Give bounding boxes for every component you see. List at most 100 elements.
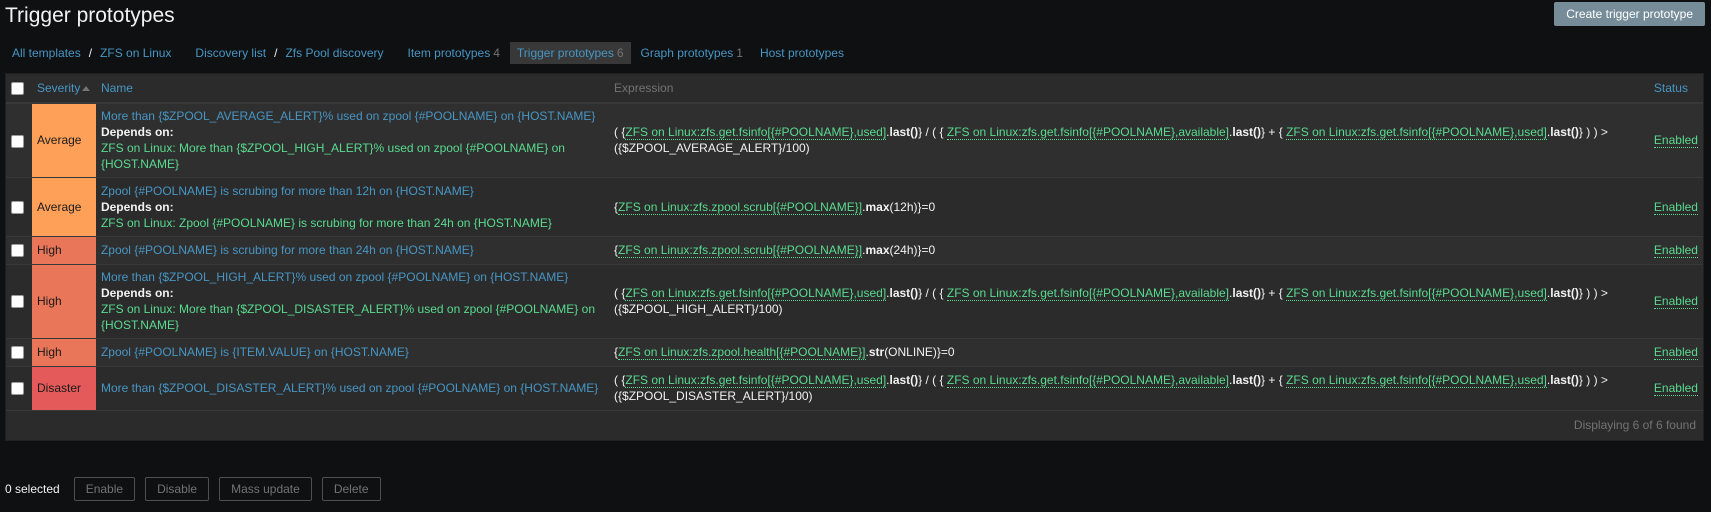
enable-button[interactable]: Enable [73,477,136,501]
item-link[interactable]: ZFS on Linux:zfs.get.fsinfo[{#POOLNAME},… [946,125,1230,141]
expr-text: } / ( { [918,373,944,387]
expr-function: last() [1232,373,1262,387]
row-checkbox-cell [6,264,32,339]
name-cell: Zpool {#POOLNAME} is {ITEM.VALUE} on {HO… [95,338,610,367]
item-link[interactable]: ZFS on Linux:zfs.get.fsinfo[{#POOLNAME},… [1286,286,1547,301]
table-row: High More than {$ZPOOL_HIGH_ALERT}% used… [6,264,1703,339]
expr-function: last() [889,286,919,300]
header-expression: Expression [609,74,1649,104]
item-link[interactable]: ZFS on Linux:zfs.zpool.scrub[{#POOLNAME}… [618,199,863,215]
trigger-name-link[interactable]: More than {$ZPOOL_DISASTER_ALERT}% used … [101,381,598,395]
status-toggle[interactable]: Enabled [1653,294,1698,309]
expr-text: (24h)}=0 [889,243,936,257]
expression-cell: {ZFS on Linux:zfs.zpool.health[{#POOLNAM… [609,338,1649,367]
expr-function: max [865,243,890,257]
breadcrumb-discovery-rule[interactable]: Zfs Pool discovery [285,46,383,60]
header-severity-cell: Severity [31,74,96,104]
depends-label: Depends on: [100,199,174,214]
create-trigger-prototype-button[interactable]: Create trigger prototype [1554,2,1705,26]
row-checkbox[interactable] [11,200,24,214]
expr-text: ( { [614,286,626,300]
tab-graph-prototypes[interactable]: Graph prototypes 1 [634,42,750,64]
trigger-name-link[interactable]: Zpool {#POOLNAME} is scrubing for more t… [101,184,474,198]
delete-button[interactable]: Delete [321,477,381,501]
item-link[interactable]: ZFS on Linux:zfs.get.fsinfo[{#POOLNAME},… [625,125,887,141]
breadcrumb-templates: All templates / ZFS on Linux [5,46,178,60]
name-cell: More than {$ZPOOL_HIGH_ALERT}% used on z… [95,264,610,339]
status-toggle[interactable]: Enabled [1653,381,1698,396]
status-cell: Enabled [1648,366,1703,411]
row-checkbox[interactable] [11,134,24,148]
trigger-name-link[interactable]: More than {$ZPOOL_HIGH_ALERT}% used on z… [101,270,568,284]
severity-badge: Average [31,103,96,178]
name-cell: More than {$ZPOOL_DISASTER_ALERT}% used … [95,366,610,411]
disable-button[interactable]: Disable [145,477,210,501]
dependency-link[interactable]: ZFS on Linux: Zpool {#POOLNAME} is scrub… [101,216,552,230]
row-checkbox[interactable] [11,244,24,258]
tab-item-prototypes[interactable]: Item prototypes 4 [401,42,507,64]
table-row: High Zpool {#POOLNAME} is scrubing for m… [6,236,1703,265]
breadcrumb-discovery-list[interactable]: Discovery list [195,46,266,60]
selected-count: 0 selected [5,482,60,496]
status-toggle[interactable]: Enabled [1653,345,1698,360]
breadcrumb-template[interactable]: ZFS on Linux [100,46,171,60]
expression-cell: ( {ZFS on Linux:zfs.get.fsinfo[{#POOLNAM… [609,264,1649,339]
trigger-name-link[interactable]: More than {$ZPOOL_AVERAGE_ALERT}% used o… [101,109,595,123]
item-link[interactable]: ZFS on Linux:zfs.get.fsinfo[{#POOLNAME},… [1286,373,1547,388]
table-row: Average Zpool {#POOLNAME} is scrubing fo… [6,177,1703,237]
status-toggle[interactable]: Enabled [1653,133,1698,149]
header-severity[interactable]: Severity [37,81,80,95]
status-toggle[interactable]: Enabled [1653,243,1698,258]
trigger-name-link[interactable]: Zpool {#POOLNAME} is {ITEM.VALUE} on {HO… [101,345,409,359]
item-link[interactable]: ZFS on Linux:zfs.zpool.scrub[{#POOLNAME}… [618,243,863,258]
table-footer-count: Displaying 6 of 6 found [6,410,1703,440]
status-cell: Enabled [1648,236,1703,265]
severity-badge: Disaster [31,366,96,411]
item-link[interactable]: ZFS on Linux:zfs.get.fsinfo[{#POOLNAME},… [625,373,887,388]
tab-graph-prototypes-label[interactable]: Graph prototypes [641,46,734,60]
breadcrumb-all-templates[interactable]: All templates [12,46,81,60]
breadcrumb: All templates / ZFS on Linux Discovery l… [5,42,851,64]
header-checkbox-cell [6,74,32,104]
tab-count: 1 [736,46,743,60]
table-row: High Zpool {#POOLNAME} is {ITEM.VALUE} o… [6,338,1703,367]
item-link[interactable]: ZFS on Linux:zfs.get.fsinfo[{#POOLNAME},… [946,373,1230,388]
expr-text: } + { [1261,286,1283,300]
mass-update-button[interactable]: Mass update [219,477,312,501]
expr-function: max [865,199,890,214]
trigger-name-link[interactable]: Zpool {#POOLNAME} is scrubing for more t… [101,243,474,257]
tab-trigger-prototypes-label[interactable]: Trigger prototypes [517,46,614,60]
dependency-link[interactable]: ZFS on Linux: More than {$ZPOOL_HIGH_ALE… [101,141,565,171]
tab-trigger-prototypes[interactable]: Trigger prototypes 6 [509,42,631,64]
table-row: Average More than {$ZPOOL_AVERAGE_ALERT}… [6,103,1703,178]
expr-text: ( { [614,125,626,140]
tab-host-prototypes-label[interactable]: Host prototypes [760,46,844,60]
item-link[interactable]: ZFS on Linux:zfs.get.fsinfo[{#POOLNAME},… [625,286,887,301]
status-cell: Enabled [1648,338,1703,367]
header-name-cell: Name [95,74,610,104]
expr-function: last() [889,373,919,387]
tab-item-prototypes-label[interactable]: Item prototypes [408,46,491,60]
header-name[interactable]: Name [101,81,133,95]
row-checkbox[interactable] [11,295,24,309]
expr-function: last() [889,125,919,140]
expr-text: } / ( { [918,125,944,140]
expression-cell: {ZFS on Linux:zfs.zpool.scrub[{#POOLNAME… [609,177,1649,237]
table-row: Disaster More than {$ZPOOL_DISASTER_ALER… [6,366,1703,411]
tab-count: 4 [493,46,500,60]
item-link[interactable]: ZFS on Linux:zfs.zpool.health[{#POOLNAME… [618,345,866,360]
header-status[interactable]: Status [1654,81,1688,95]
row-checkbox[interactable] [11,346,24,360]
status-toggle[interactable]: Enabled [1653,199,1698,215]
row-checkbox-cell [6,177,32,237]
page-title: Trigger prototypes [5,4,175,27]
tab-host-prototypes[interactable]: Host prototypes [753,42,851,64]
row-checkbox[interactable] [11,382,24,396]
dependency-link[interactable]: ZFS on Linux: More than {$ZPOOL_DISASTER… [101,302,595,332]
select-all-checkbox[interactable] [11,82,24,96]
depends-label: Depends on: [100,125,174,140]
name-cell: Zpool {#POOLNAME} is scrubing for more t… [95,177,610,237]
severity-badge: High [31,264,96,339]
item-link[interactable]: ZFS on Linux:zfs.get.fsinfo[{#POOLNAME},… [1286,125,1547,141]
item-link[interactable]: ZFS on Linux:zfs.get.fsinfo[{#POOLNAME},… [946,286,1230,301]
